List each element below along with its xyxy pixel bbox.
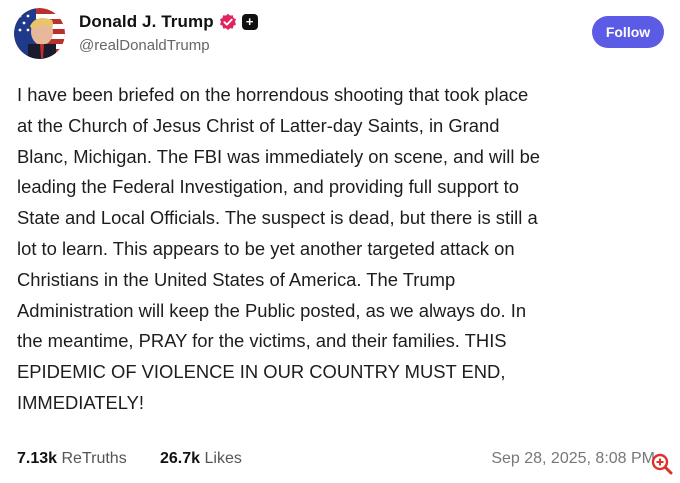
likes-label: Likes xyxy=(204,450,242,467)
post-text: I have been briefed on the horrendous sh… xyxy=(17,84,541,413)
verified-badge-icon xyxy=(219,13,237,31)
post-timestamp[interactable]: Sep 28, 2025, 8:08 PM xyxy=(491,450,655,468)
likes-count: 26.7k xyxy=(160,450,201,467)
follow-button[interactable]: Follow xyxy=(592,16,664,48)
avatar[interactable] xyxy=(14,8,65,59)
display-name[interactable]: Donald J. Trump xyxy=(79,12,214,32)
post-footer: 7.13k ReTruths 26.7k Likes Sep 28, 2025,… xyxy=(17,448,667,472)
zoom-in-icon[interactable] xyxy=(650,452,674,476)
post-card: Donald J. Trump + @realDonaldTrump Follo… xyxy=(0,0,680,483)
plus-badge-icon: + xyxy=(241,14,258,30)
retruths-label: ReTruths xyxy=(61,450,127,467)
retruths-stat[interactable]: 7.13k ReTruths xyxy=(17,450,127,468)
likes-stat[interactable]: 26.7k Likes xyxy=(160,450,242,468)
user-handle[interactable]: @realDonaldTrump xyxy=(79,37,210,54)
author-name-row: Donald J. Trump + xyxy=(79,11,258,33)
retruths-count: 7.13k xyxy=(17,450,58,467)
